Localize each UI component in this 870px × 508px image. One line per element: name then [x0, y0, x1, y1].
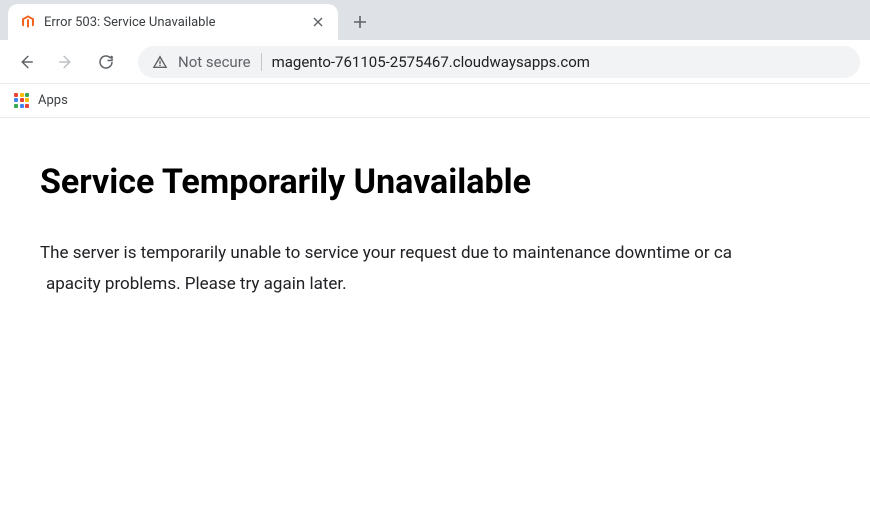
- page-heading: Service Temporarily Unavailable: [40, 162, 830, 202]
- browser-tab[interactable]: Error 503: Service Unavailable: [8, 4, 338, 40]
- address-bar[interactable]: Not secure magento-761105-2575467.cloudw…: [138, 46, 860, 78]
- omnibox-divider: [261, 53, 262, 71]
- apps-icon[interactable]: [14, 93, 30, 109]
- url-text: magento-761105-2575467.cloudwaysapps.com: [272, 53, 590, 71]
- reload-button[interactable]: [90, 46, 122, 78]
- magento-favicon: [20, 14, 36, 30]
- browser-toolbar: Not secure magento-761105-2575467.cloudw…: [0, 40, 870, 84]
- warning-icon: [152, 54, 168, 70]
- page-body: The server is temporarily unable to serv…: [40, 238, 830, 299]
- page-content: Service Temporarily Unavailable The serv…: [0, 118, 870, 343]
- apps-label[interactable]: Apps: [38, 93, 68, 108]
- bookmarks-bar: Apps: [0, 84, 870, 118]
- security-label: Not secure: [178, 53, 251, 71]
- back-button[interactable]: [10, 46, 42, 78]
- new-tab-button[interactable]: [346, 8, 374, 36]
- forward-button[interactable]: [50, 46, 82, 78]
- tab-title: Error 503: Service Unavailable: [44, 15, 302, 30]
- close-icon[interactable]: [310, 14, 326, 30]
- tab-strip: Error 503: Service Unavailable: [0, 0, 870, 40]
